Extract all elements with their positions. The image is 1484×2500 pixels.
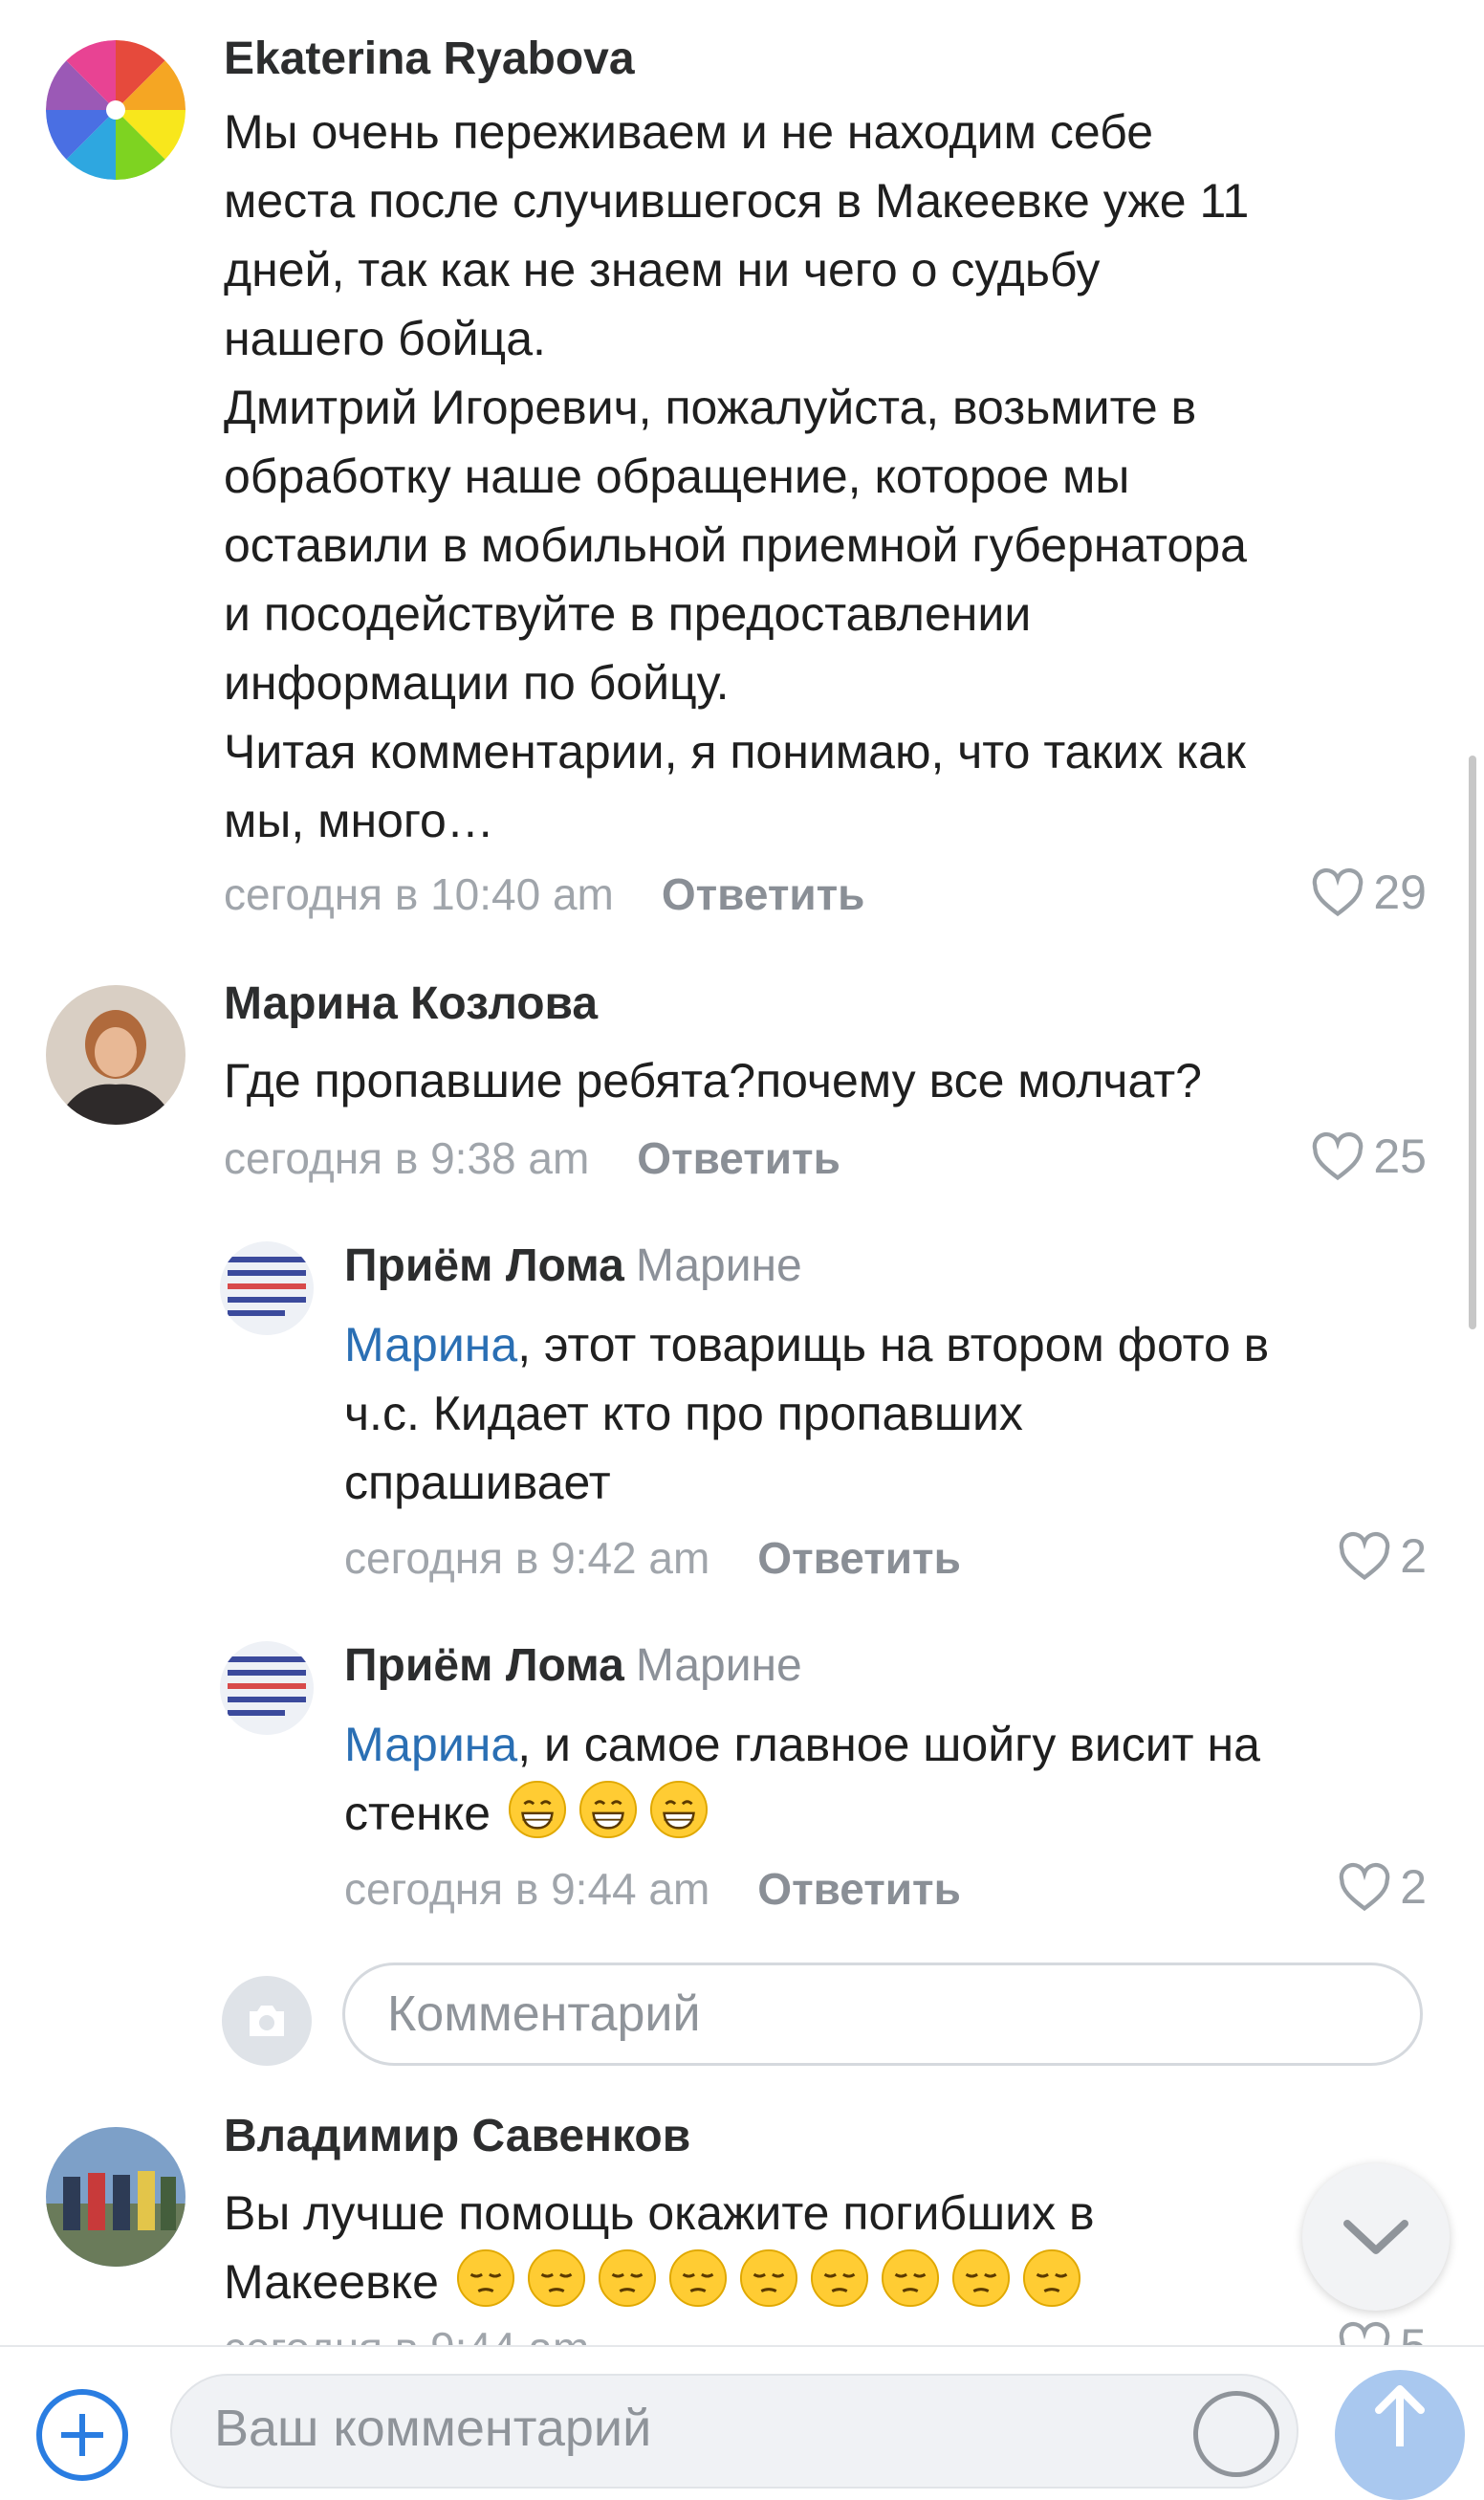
emoji-row [443,2248,1093,2309]
comment-time: сегодня в 9:42 am [344,1533,710,1583]
pensive-emoji [456,2248,514,2308]
reply-button[interactable]: Ответить [757,1864,961,1914]
pensive-emoji [1022,2248,1080,2308]
mention-link[interactable]: Марина [344,1318,517,1371]
comment-line: Марина, и самое главное шойгу висит на [344,1710,1434,1779]
comment-line: стенке [344,1779,1434,1848]
comment-line: нашего бойца. [224,312,546,365]
comment-text: Марина, этот товарищь на втором фото в ч… [344,1310,1434,1517]
reply-to[interactable]: Марине [636,1640,802,1691]
comment-line: Мы очень переживаем и не находим себе [224,105,1153,159]
comment-line: Где пропавшие ребята?почему все молчат? [224,1054,1202,1107]
like-count: 29 [1373,866,1427,919]
heart-icon [1313,1131,1364,1181]
comment-time: сегодня в 10:40 am [224,869,614,919]
comment-line: ч.с. Кидает кто про пропавших [344,1387,1023,1440]
grinning-emoji [578,1780,637,1839]
comment-line: спрашивает [344,1456,611,1509]
like-count: 2 [1400,1529,1427,1583]
comment-line-text: , и самое главное шойгу висит на [517,1718,1260,1771]
comment-line: Дмитрий Игоревич, пожалуйста, возьмите в [224,381,1197,434]
comment-text: Мы очень переживаем и не находим себе ме… [224,98,1429,855]
comment-meta: сегодня в 9:42 am Ответить [344,1532,961,1584]
scrollbar[interactable] [1469,756,1476,1329]
heart-icon [1313,867,1364,917]
grinning-emoji [508,1780,566,1839]
author-name[interactable]: Владимир Савенков [224,2110,690,2162]
comment-line: информации по бойцу. [224,656,730,710]
pensive-emoji [951,2248,1010,2308]
grinning-emoji [649,1780,708,1839]
reply-to[interactable]: Марине [636,1240,802,1291]
comment-meta: сегодня в 9:38 am Ответить [224,1132,840,1184]
comment-time: сегодня в 9:38 am [224,1133,590,1183]
pensive-emoji [810,2248,868,2308]
comment-composer: Ваш комментарий [0,2345,1484,2500]
avatar[interactable] [46,985,186,1125]
like-count: 25 [1373,1129,1427,1183]
reply-button[interactable]: Ответить [662,869,865,919]
comment-text: Марина, и самое главное шойгу висит на с… [344,1710,1434,1848]
like-button[interactable]: 2 [1337,1859,1427,1915]
like-button[interactable]: 25 [1310,1129,1427,1184]
like-count: 2 [1400,1860,1427,1914]
avatar[interactable] [46,2127,186,2267]
avatar[interactable] [220,1641,314,1735]
comment-line: и посодействуйте в предоставлении [224,587,1032,641]
comment-line: Читая комментарии, я понимаю, что таких … [224,725,1246,779]
avatar[interactable] [46,40,186,180]
thread-comment-input[interactable]: Комментарий [342,1963,1423,2066]
plus-circle-icon[interactable] [36,2389,128,2481]
chevron-down-icon [1343,2220,1408,2254]
heart-icon [1339,1862,1390,1912]
mention-link[interactable]: Марина [344,1718,517,1771]
camera-icon [250,2006,284,2036]
pensive-emoji [739,2248,797,2308]
thread-reply-row: Комментарий [0,1951,1484,2066]
reply-button[interactable]: Ответить [637,1133,840,1183]
comment-line-text: Макеевке [224,2255,439,2309]
comment-line: Макеевке [224,2248,1276,2316]
pensive-emoji [668,2248,727,2308]
smile-icon[interactable] [1193,2391,1279,2477]
send-button[interactable] [1335,2370,1465,2500]
comment-text: Где пропавшие ребята?почему все молчат? [224,1046,1429,1115]
send-arrow-icon [1375,2385,1425,2446]
avatar[interactable] [220,1241,314,1335]
comment-meta: сегодня в 9:44 am Ответить [344,1863,961,1915]
heart-icon [1339,1531,1390,1581]
comment-text: Вы лучше помощь окажите погибших в Макее… [224,2179,1276,2316]
comment-time: сегодня в 9:44 am [344,1864,710,1914]
comment-line-text: , этот товарищь на втором фото в [517,1318,1270,1371]
emoji-row [494,1780,720,1840]
author-name-text[interactable]: Приём Лома [344,1640,624,1691]
camera-button[interactable] [222,1976,312,2066]
comment-line: оставили в мобильной приемной губернатор… [224,518,1247,572]
comment-line: Вы лучше помощь окажите погибших в [224,2186,1095,2240]
comment-line: дней, так как не знаем ни чего о судьбу [224,243,1101,296]
author-name[interactable]: Приём Лома Марине [344,1239,802,1292]
comment-line-text: стенке [344,1787,491,1840]
pensive-emoji [527,2248,585,2308]
comment-line: места после случившегося в Макеевке уже … [224,174,1250,228]
comment-line: обработку наше обращение, которое мы [224,450,1130,503]
scroll-down-button[interactable] [1302,2163,1450,2311]
pensive-emoji [881,2248,939,2308]
reply-button[interactable]: Ответить [757,1533,961,1583]
author-name[interactable]: Приём Лома Марине [344,1639,802,1692]
comment-line: Марина, этот товарищь на втором фото в [344,1310,1434,1379]
pensive-emoji [598,2248,656,2308]
like-button[interactable]: 2 [1337,1528,1427,1584]
comment-line: мы, много… [224,794,494,847]
like-button[interactable]: 29 [1310,865,1427,920]
author-name-text[interactable]: Приём Лома [344,1240,624,1291]
comment-meta: сегодня в 10:40 am Ответить [224,868,864,920]
comment-input[interactable]: Ваш комментарий [170,2374,1298,2489]
author-name[interactable]: Марина Козлова [224,977,598,1030]
author-name[interactable]: Ekaterina Ryabova [224,33,635,85]
